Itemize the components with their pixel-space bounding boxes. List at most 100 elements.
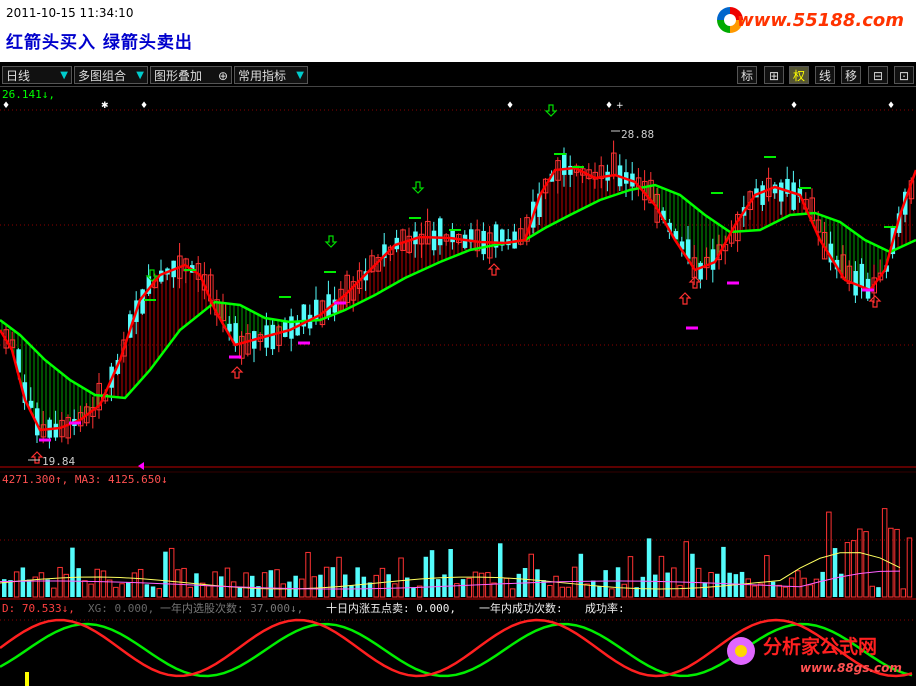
- volume-bar: [646, 538, 652, 597]
- event-marker: ♦: [2, 101, 10, 111]
- volume-bar: [721, 546, 726, 597]
- volume-bar: [621, 583, 627, 598]
- volume-bar: [795, 570, 801, 598]
- volume-bar: [863, 531, 869, 598]
- volume-bar: [51, 587, 57, 598]
- volume-bar: [392, 583, 398, 598]
- low-price-label: 19.84: [42, 455, 75, 468]
- kdj-success-count-label: 一年内成功次数:: [479, 601, 563, 615]
- kdj-d-label: D: 70.533↓,: [2, 602, 75, 615]
- volume-bar: [702, 582, 708, 597]
- volume-bar: [311, 576, 317, 598]
- volume-bar: [206, 585, 212, 598]
- volume-bar: [597, 586, 602, 597]
- volume-bar: [20, 567, 26, 597]
- signal-arrows: [30, 104, 882, 464]
- volume-bar: [156, 588, 162, 598]
- volume-bar: [503, 577, 510, 598]
- volume-bar: [745, 578, 751, 598]
- flower-center-icon: [735, 645, 747, 657]
- volume-bar: [535, 569, 540, 597]
- event-marker: ✱: [101, 101, 109, 111]
- volume-bar: [876, 587, 881, 597]
- volume-bar: [665, 572, 670, 597]
- volume-bar: [144, 584, 150, 597]
- volume-bar: [163, 551, 168, 597]
- volume-bar: [869, 585, 875, 598]
- volume-bar: [715, 573, 720, 597]
- volume-bar: [820, 571, 825, 597]
- volume-bar: [150, 586, 156, 597]
- volume-bar: [361, 576, 367, 597]
- volume-bar: [8, 580, 13, 597]
- volume-bar: [398, 557, 404, 598]
- volume-bar: [850, 540, 857, 598]
- candle-body: [431, 230, 437, 251]
- volume-bar: [355, 567, 360, 597]
- volume-bar: [782, 586, 789, 598]
- ma-fill-layer: [1, 168, 911, 430]
- candle-body: [698, 262, 703, 280]
- volume-bar: [516, 573, 522, 597]
- slow-average-line: [0, 183, 916, 400]
- volume-bar: [906, 537, 913, 598]
- volume-bar: [411, 587, 416, 597]
- volume-bar: [268, 570, 274, 597]
- volume-bar: [460, 579, 466, 597]
- volume-bar: [168, 547, 175, 598]
- volume-bar: [423, 556, 429, 597]
- volume-bar: [770, 581, 776, 597]
- volume-bar: [113, 586, 119, 598]
- watermark: 分析家公式网 www.88gs.com: [727, 635, 902, 675]
- volume-bar: [498, 543, 503, 597]
- volume-bar: [776, 584, 782, 598]
- volume-bar: [757, 583, 764, 598]
- event-marker: ♦: [506, 101, 514, 111]
- volume-bar: [751, 585, 758, 598]
- volume-bar: [175, 569, 181, 598]
- volume-bar: [881, 508, 888, 598]
- event-marker: ♦: [140, 101, 148, 111]
- volume-bar: [894, 528, 900, 598]
- buy-arrow-icon: [487, 263, 501, 276]
- volume-bar: [677, 584, 683, 598]
- volume-bar: [571, 566, 578, 598]
- volume-bar: [70, 547, 75, 597]
- candle-body: [710, 249, 716, 270]
- event-marker: ♦: [887, 101, 895, 111]
- volume-bar: [323, 566, 330, 598]
- volume-bar: [466, 577, 472, 598]
- volume-bar: [336, 556, 342, 598]
- volume-bar: [305, 551, 311, 598]
- candle-body: [562, 153, 567, 175]
- volume-bar: [187, 586, 193, 598]
- candle-body: [438, 218, 443, 246]
- volume-bar: [826, 511, 832, 598]
- candle-body: [450, 230, 455, 243]
- kdj-success-rate-label: 成功率:: [585, 601, 625, 615]
- main-value-label: 26.141↓,: [2, 88, 55, 101]
- volume-bar: [807, 584, 813, 598]
- volume-bar: [106, 579, 113, 598]
- candle-body: [512, 231, 517, 249]
- stock-chart: ♦ ✱ ♦ ♦ ♦ + ♦ ♦ 26.141↓, 28.88 19.84 427…: [0, 88, 916, 686]
- volume-bar: [559, 586, 565, 598]
- volume-bar: [126, 581, 131, 597]
- volume-label: 4271.300↑, MA3: 4125.650↓: [2, 473, 168, 486]
- volume-bar: [230, 581, 237, 598]
- volume-bar: [658, 555, 665, 598]
- volume-bar: [528, 553, 534, 598]
- candle-body: [270, 324, 276, 350]
- cursor-marker-icon: [138, 462, 144, 470]
- volume-bar: [349, 585, 354, 597]
- volume-bar: [788, 577, 795, 598]
- buy-arrow-icon: [230, 366, 244, 379]
- volume-bar: [578, 553, 584, 597]
- volume-bar: [615, 567, 621, 597]
- volume-bar: [45, 579, 50, 597]
- volume-bar: [299, 578, 305, 598]
- volume-bar: [565, 586, 572, 598]
- candle-body: [283, 322, 288, 337]
- volume-bar: [367, 582, 373, 597]
- volume-bar: [274, 569, 280, 598]
